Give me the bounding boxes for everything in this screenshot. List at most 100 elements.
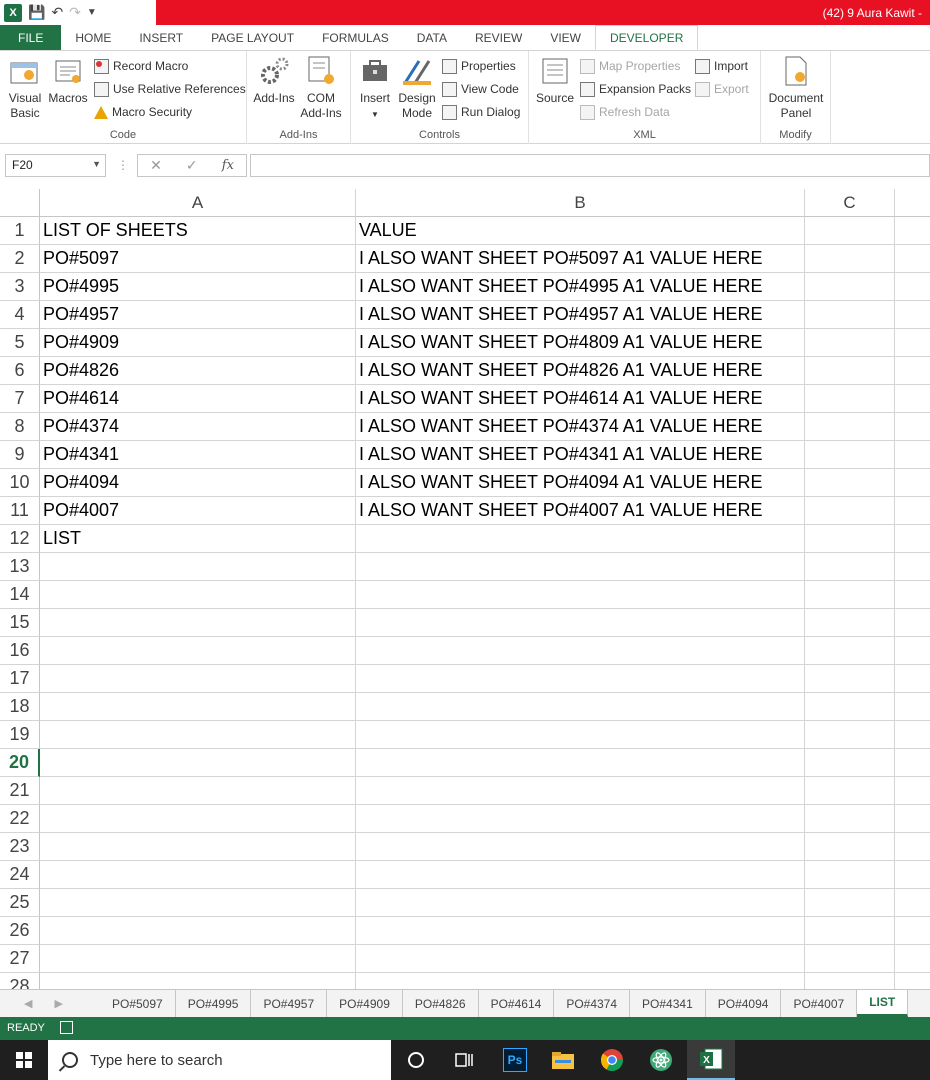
sheet-tab[interactable]: PO#4614 (479, 990, 555, 1017)
cell-c[interactable] (805, 413, 895, 441)
row-header[interactable]: 15 (0, 609, 40, 637)
row-header[interactable]: 23 (0, 833, 40, 861)
cell-c[interactable] (805, 973, 895, 989)
cell-a[interactable] (40, 581, 356, 609)
row-header[interactable]: 20 (0, 749, 40, 777)
cell-b[interactable] (356, 693, 805, 721)
cell-c[interactable] (805, 357, 895, 385)
row-header[interactable]: 13 (0, 553, 40, 581)
cell-b[interactable]: I ALSO WANT SHEET PO#4341 A1 VALUE HERE (356, 441, 805, 469)
cell-a[interactable] (40, 721, 356, 749)
select-all-corner[interactable] (0, 189, 40, 217)
row-header[interactable]: 1 (0, 217, 40, 245)
excel-taskbar-icon[interactable]: X (687, 1040, 735, 1080)
cell-c[interactable] (805, 581, 895, 609)
row-header[interactable]: 26 (0, 917, 40, 945)
chrome-icon[interactable] (600, 1048, 624, 1072)
cell-c[interactable] (805, 273, 895, 301)
cell-c[interactable] (805, 917, 895, 945)
tab-page-layout[interactable]: PAGE LAYOUT (197, 25, 308, 50)
cell-b[interactable] (356, 749, 805, 777)
cell-a[interactable] (40, 861, 356, 889)
cell-c[interactable] (805, 441, 895, 469)
formula-input[interactable] (250, 154, 930, 177)
com-add-ins-button[interactable]: COM Add-Ins (299, 55, 343, 121)
task-view-icon[interactable] (452, 1048, 476, 1072)
cell-d[interactable] (895, 665, 930, 693)
sheet-tab[interactable]: PO#4094 (706, 990, 782, 1017)
row-header[interactable]: 6 (0, 357, 40, 385)
row-header[interactable]: 25 (0, 889, 40, 917)
cell-b[interactable] (356, 777, 805, 805)
cell-c[interactable] (805, 245, 895, 273)
cell-d[interactable] (895, 973, 930, 989)
cell-d[interactable] (895, 637, 930, 665)
sheet-tab[interactable]: PO#4826 (403, 990, 479, 1017)
cell-c[interactable] (805, 693, 895, 721)
cell-d[interactable] (895, 357, 930, 385)
enter-icon[interactable]: ✓ (186, 157, 198, 174)
cell-b[interactable] (356, 637, 805, 665)
cell-a[interactable] (40, 973, 356, 989)
cell-d[interactable] (895, 525, 930, 553)
tab-data[interactable]: DATA (403, 25, 461, 50)
cell-c[interactable] (805, 497, 895, 525)
tab-insert[interactable]: INSERT (125, 25, 197, 50)
insert-control-button[interactable]: Insert ▼ (355, 55, 395, 122)
document-panel-button[interactable]: Document Panel (764, 55, 828, 121)
tab-review[interactable]: REVIEW (461, 25, 536, 50)
expansion-packs-button[interactable]: Expansion Packs (580, 80, 691, 98)
row-header[interactable]: 17 (0, 665, 40, 693)
cell-c[interactable] (805, 861, 895, 889)
cell-b[interactable] (356, 665, 805, 693)
cell-b[interactable] (356, 889, 805, 917)
tab-developer[interactable]: DEVELOPER (595, 25, 699, 50)
cell-a[interactable] (40, 945, 356, 973)
row-header[interactable]: 5 (0, 329, 40, 357)
sheet-tab[interactable]: LIST (857, 990, 909, 1017)
cell-d[interactable] (895, 497, 930, 525)
macro-security-button[interactable]: Macro Security (94, 103, 192, 121)
macro-recording-icon[interactable] (60, 1021, 73, 1034)
sheet-nav-arrows[interactable]: ◀▶ (24, 997, 85, 1010)
start-button[interactable] (0, 1040, 48, 1080)
sheet-tab[interactable]: PO#4957 (251, 990, 328, 1017)
cell-c[interactable] (805, 525, 895, 553)
cell-a[interactable] (40, 553, 356, 581)
cell-d[interactable] (895, 777, 930, 805)
cell-b[interactable]: VALUE (356, 217, 805, 245)
undo-icon[interactable]: ↶ (51, 4, 63, 21)
cell-a[interactable] (40, 917, 356, 945)
import-button[interactable]: Import (695, 57, 748, 75)
cell-d[interactable] (895, 833, 930, 861)
cell-b[interactable] (356, 917, 805, 945)
source-button[interactable]: Source (533, 55, 577, 106)
cell-d[interactable] (895, 581, 930, 609)
sheet-tab[interactable]: PO#5097 (100, 990, 176, 1017)
cell-b[interactable] (356, 609, 805, 637)
cell-a[interactable] (40, 609, 356, 637)
cancel-icon[interactable]: ✕ (150, 157, 162, 174)
cell-d[interactable] (895, 273, 930, 301)
cell-c[interactable] (805, 609, 895, 637)
cell-b[interactable] (356, 945, 805, 973)
cell-d[interactable] (895, 861, 930, 889)
cell-c[interactable] (805, 833, 895, 861)
cell-c[interactable] (805, 469, 895, 497)
cell-a[interactable] (40, 889, 356, 917)
cell-a[interactable]: PO#4374 (40, 413, 356, 441)
properties-button[interactable]: Properties (442, 57, 516, 75)
cell-d[interactable] (895, 889, 930, 917)
row-header[interactable]: 24 (0, 861, 40, 889)
cell-b[interactable] (356, 833, 805, 861)
cell-d[interactable] (895, 749, 930, 777)
cell-c[interactable] (805, 217, 895, 245)
row-header[interactable]: 2 (0, 245, 40, 273)
cell-b[interactable] (356, 581, 805, 609)
cell-b[interactable] (356, 525, 805, 553)
cell-b[interactable]: I ALSO WANT SHEET PO#4995 A1 VALUE HERE (356, 273, 805, 301)
refresh-data-button[interactable]: Refresh Data (580, 103, 670, 121)
row-header[interactable]: 12 (0, 525, 40, 553)
cell-d[interactable] (895, 721, 930, 749)
row-header[interactable]: 9 (0, 441, 40, 469)
